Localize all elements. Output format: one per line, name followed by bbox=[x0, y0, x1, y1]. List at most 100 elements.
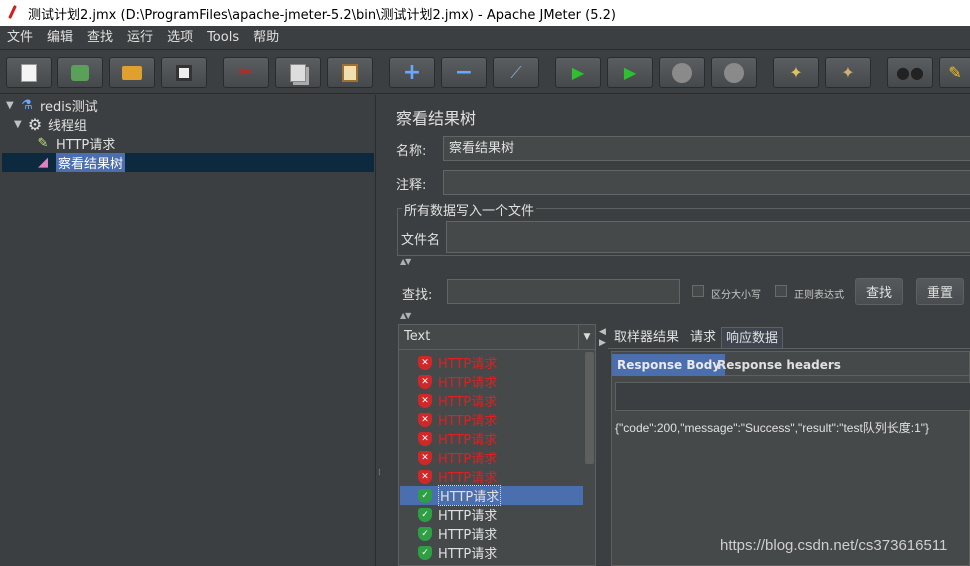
scrollbar-thumb[interactable] bbox=[585, 352, 594, 464]
response-subtabs: Response Body Response headers bbox=[612, 354, 970, 376]
clear-all-icon: ✦ bbox=[841, 63, 855, 82]
collapse-triangle-icon[interactable]: ▼ bbox=[14, 119, 26, 130]
tab-response-headers[interactable]: Response headers bbox=[712, 354, 846, 376]
menu-search[interactable]: 查找 bbox=[80, 26, 120, 50]
failure-shield-icon: ✕ bbox=[418, 450, 432, 465]
clear-button[interactable]: ✦ bbox=[773, 57, 819, 88]
menu-options[interactable]: 选项 bbox=[160, 26, 200, 50]
splitter-grip[interactable]: ⁞ bbox=[378, 469, 384, 490]
renderer-select[interactable]: Text ▼ bbox=[399, 325, 595, 350]
result-item[interactable]: ✕ HTTP请求 bbox=[418, 391, 497, 410]
test-plan-icon: ⚗ bbox=[21, 98, 33, 113]
menu-bar: 文件 编辑 查找 运行 选项 Tools 帮助 bbox=[0, 26, 970, 50]
failure-shield-icon: ✕ bbox=[418, 374, 432, 389]
clear-icon: ✦ bbox=[789, 63, 803, 82]
jmeter-feather-icon bbox=[6, 5, 20, 21]
search-icon: ●● bbox=[896, 63, 924, 82]
result-item-selected[interactable]: ✓ HTTP请求 bbox=[418, 485, 502, 506]
sampler-icon: ✎ bbox=[37, 136, 49, 151]
tab-response-body[interactable]: Response Body bbox=[612, 354, 726, 376]
collapse-button[interactable]: − bbox=[441, 57, 487, 88]
result-item[interactable]: ✕ HTTP请求 bbox=[418, 467, 497, 486]
write-to-file-group: 所有数据写入一个文件 文件名 bbox=[397, 200, 970, 256]
collapse-triangle-icon[interactable]: ▼ bbox=[6, 100, 18, 111]
menu-edit[interactable]: 编辑 bbox=[40, 26, 80, 50]
result-list-scrollbar[interactable] bbox=[584, 352, 595, 565]
regex-label: 正则表达式 bbox=[794, 290, 844, 301]
result-item[interactable]: ✓ HTTP请求 bbox=[418, 505, 497, 524]
response-body-text[interactable]: {"code":200,"message":"Success","result"… bbox=[615, 419, 929, 436]
success-shield-icon: ✓ bbox=[418, 526, 432, 541]
find-button[interactable]: 查找 bbox=[855, 278, 903, 305]
menu-tools[interactable]: Tools bbox=[200, 26, 246, 50]
save-button[interactable] bbox=[161, 57, 207, 88]
divider-arrows-icon[interactable]: ▲▼ bbox=[400, 257, 411, 266]
result-item[interactable]: ✕ HTTP请求 bbox=[418, 353, 497, 372]
tab-request[interactable]: 请求 bbox=[686, 327, 720, 349]
collapse-icon: − bbox=[454, 60, 474, 85]
open-icon bbox=[122, 65, 142, 80]
chevron-down-icon[interactable]: ▼ bbox=[578, 325, 595, 349]
result-item[interactable]: ✓ HTTP请求 bbox=[418, 524, 497, 543]
reset-search-button[interactable]: ✎ bbox=[939, 57, 970, 88]
result-item[interactable]: ✕ HTTP请求 bbox=[418, 410, 497, 429]
shutdown-icon bbox=[724, 62, 744, 83]
tree-item-view-results-tree[interactable]: ◢ 察看结果树 bbox=[34, 153, 126, 172]
failure-shield-icon: ✕ bbox=[418, 393, 432, 408]
case-sensitive-label: 区分大小写 bbox=[711, 290, 761, 301]
result-item[interactable]: ✕ HTTP请求 bbox=[418, 429, 497, 448]
tree-item-test-plan[interactable]: ▼ ⚗ redis测试 bbox=[6, 96, 98, 115]
comment-label: 注释: bbox=[396, 178, 427, 193]
divider-arrows-icon[interactable]: ▲▼ bbox=[400, 311, 411, 320]
tree-item-thread-group[interactable]: ▼ ⚙ 线程组 bbox=[14, 115, 87, 134]
result-item[interactable]: ✕ HTTP请求 bbox=[418, 448, 497, 467]
thread-group-icon: ⚙ bbox=[27, 115, 43, 134]
shutdown-button[interactable] bbox=[711, 57, 757, 88]
templates-button[interactable] bbox=[57, 57, 103, 88]
toggle-button[interactable]: ⟋ bbox=[493, 57, 539, 88]
success-shield-icon: ✓ bbox=[418, 545, 432, 560]
result-item[interactable]: ✕ HTTP请求 bbox=[418, 372, 497, 391]
toggle-icon: ⟋ bbox=[510, 62, 522, 82]
test-plan-tree: ▼ ⚗ redis测试 ▼ ⚙ 线程组 ✎ HTTP请求 ◢ 察看结果树 bbox=[0, 95, 376, 566]
start-button[interactable]: ▶ bbox=[555, 57, 601, 88]
save-icon bbox=[176, 64, 192, 81]
cut-button[interactable]: ✂ bbox=[223, 57, 269, 88]
view-results-tree-panel: 察看结果树 名称: 察看结果树 注释: 所有数据写入一个文件 文件名 ▲▼ 查找… bbox=[387, 95, 970, 566]
failure-shield-icon: ✕ bbox=[418, 355, 432, 370]
clear-all-button[interactable]: ✦ bbox=[825, 57, 871, 88]
new-icon bbox=[21, 63, 37, 82]
name-label: 名称: bbox=[396, 144, 427, 159]
search-button[interactable]: ●● bbox=[887, 57, 933, 88]
menu-help[interactable]: 帮助 bbox=[246, 26, 286, 50]
filename-field[interactable] bbox=[446, 221, 970, 253]
menu-file[interactable]: 文件 bbox=[0, 26, 40, 50]
reset-button[interactable]: 重置 bbox=[916, 278, 964, 305]
stop-button[interactable] bbox=[659, 57, 705, 88]
search-input[interactable] bbox=[447, 279, 680, 304]
case-sensitive-checkbox[interactable] bbox=[692, 285, 704, 297]
new-button[interactable] bbox=[6, 57, 52, 88]
result-item[interactable]: ✓ HTTP请求 bbox=[418, 543, 497, 562]
start-no-pause-button[interactable]: ▶ bbox=[607, 57, 653, 88]
filename-label: 文件名 bbox=[401, 233, 441, 248]
comment-field[interactable] bbox=[443, 170, 970, 195]
cut-icon: ✂ bbox=[238, 62, 254, 83]
window-title: 测试计划2.jmx (D:\ProgramFiles\apache-jmeter… bbox=[28, 7, 616, 23]
tree-item-http-request[interactable]: ✎ HTTP请求 bbox=[34, 134, 116, 153]
regex-checkbox[interactable] bbox=[775, 285, 787, 297]
copy-icon bbox=[290, 63, 306, 82]
split-handle-icon[interactable]: ◀ ▶ bbox=[599, 327, 606, 349]
menu-run[interactable]: 运行 bbox=[120, 26, 160, 50]
search-label: 查找: bbox=[402, 288, 433, 303]
tab-response-data[interactable]: 响应数据 bbox=[721, 327, 784, 349]
paste-icon bbox=[342, 63, 358, 82]
page-title: 察看结果树 bbox=[396, 109, 477, 128]
tab-sampler-result[interactable]: 取样器结果 bbox=[610, 327, 683, 349]
open-button[interactable] bbox=[109, 57, 155, 88]
copy-button[interactable] bbox=[275, 57, 321, 88]
result-detail-area: 取样器结果 请求 响应数据 Response Body Response hea… bbox=[608, 324, 970, 566]
name-field[interactable]: 察看结果树 bbox=[443, 136, 970, 161]
expand-button[interactable]: + bbox=[389, 57, 435, 88]
paste-button[interactable] bbox=[327, 57, 373, 88]
